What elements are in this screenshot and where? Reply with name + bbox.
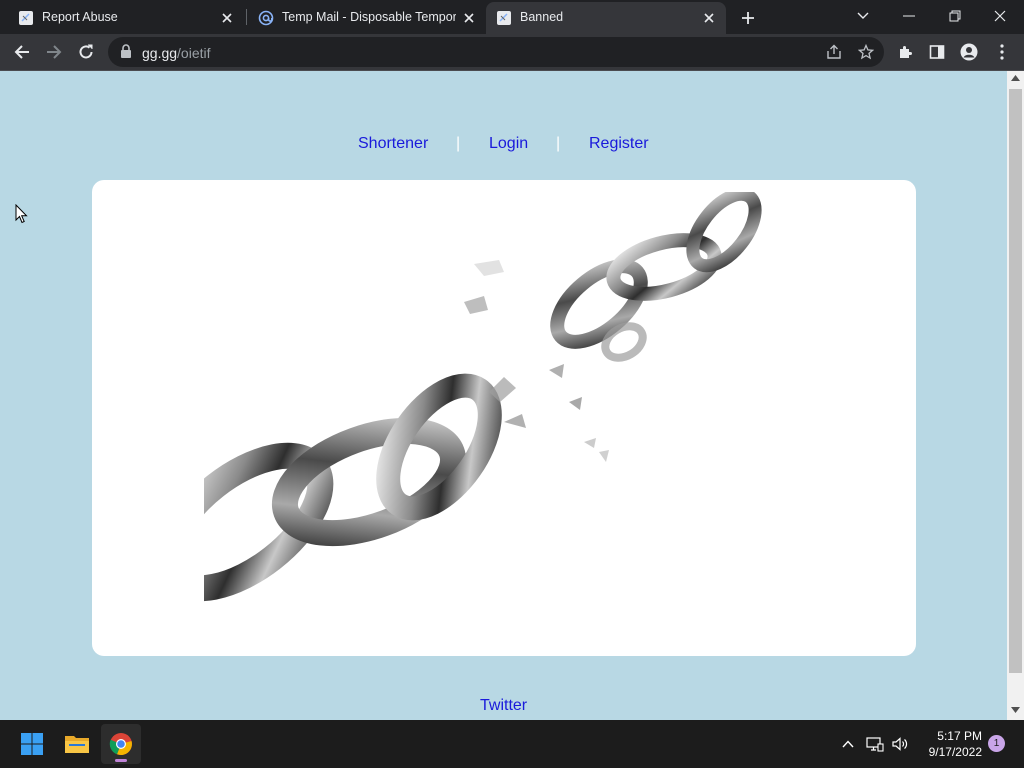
- file-explorer-icon: [65, 736, 89, 753]
- tab-title: Report Abuse: [42, 10, 118, 24]
- start-button[interactable]: [12, 724, 52, 764]
- tab-search-button[interactable]: [843, 2, 883, 30]
- minimize-icon: [903, 15, 915, 17]
- scroll-down-arrow-icon[interactable]: [1011, 707, 1020, 713]
- network-icon: [866, 737, 884, 752]
- tab-title: Banned: [520, 10, 564, 24]
- url-host: gg.gg: [142, 45, 178, 61]
- site-nav: Shortener | Login | Register: [0, 135, 1007, 157]
- chevron-down-icon: [857, 12, 869, 19]
- network-button[interactable]: [865, 734, 885, 754]
- scrollbar-thumb[interactable]: [1009, 89, 1022, 673]
- restore-icon: [949, 10, 961, 22]
- back-button[interactable]: [7, 37, 37, 67]
- nav-link-register[interactable]: Register: [589, 135, 649, 153]
- tab-strip: Report Abuse Temp Mail - Disposable Temp…: [0, 0, 1024, 34]
- tab-temp-mail[interactable]: Temp Mail - Disposable Tempora: [248, 2, 486, 34]
- nav-link-login[interactable]: Login: [489, 135, 528, 153]
- address-bar[interactable]: gg.gg/oietif: [108, 37, 884, 67]
- minimize-button[interactable]: [889, 2, 929, 30]
- close-tab-icon[interactable]: [460, 9, 478, 27]
- system-clock[interactable]: 5:17 PM 9/17/2022: [916, 728, 982, 760]
- close-tab-icon[interactable]: [218, 9, 236, 27]
- windows-start-icon: [21, 733, 43, 755]
- bookmark-star-icon[interactable]: [855, 41, 877, 63]
- tab-separator: [246, 9, 247, 25]
- url-path: /oietif: [177, 45, 211, 61]
- restore-button[interactable]: [935, 2, 975, 30]
- scroll-up-arrow-icon[interactable]: [1011, 75, 1020, 81]
- chrome-icon: [109, 733, 132, 756]
- tab-report-abuse[interactable]: Report Abuse: [8, 2, 244, 34]
- twitter-link[interactable]: Twitter: [480, 697, 527, 715]
- clock-time: 5:17 PM: [937, 729, 982, 743]
- page-icon: [18, 10, 34, 26]
- arrow-left-icon: [14, 45, 29, 59]
- nav-separator: |: [556, 135, 561, 152]
- plus-icon: [742, 12, 754, 24]
- puzzle-icon: [900, 46, 912, 58]
- reload-button[interactable]: [71, 37, 101, 67]
- nav-link-shortener[interactable]: Shortener: [358, 135, 428, 153]
- profile-avatar-icon: [960, 43, 978, 61]
- nav-separator: |: [456, 135, 461, 152]
- active-app-indicator: [115, 759, 127, 762]
- volume-button[interactable]: [890, 734, 910, 754]
- windows-taskbar: 5:17 PM 9/17/2022: [0, 720, 1024, 768]
- browser-toolbar: gg.gg/oietif: [0, 34, 1024, 71]
- tab-title: Temp Mail - Disposable Tempora: [282, 10, 456, 24]
- chevron-up-icon: [842, 740, 854, 748]
- close-icon: [994, 10, 1006, 22]
- menu-button[interactable]: [987, 37, 1017, 67]
- tab-banned[interactable]: Banned: [486, 2, 726, 34]
- vertical-scrollbar[interactable]: [1007, 71, 1024, 720]
- reload-icon: [79, 44, 93, 59]
- page-icon: [496, 10, 512, 26]
- page-viewport: Shortener | Login | Register Twitter: [0, 71, 1007, 720]
- clock-date: 9/17/2022: [928, 745, 982, 759]
- lock-icon[interactable]: [120, 44, 132, 63]
- chrome-taskbar-button[interactable]: [101, 724, 141, 764]
- notification-badge[interactable]: 1: [988, 735, 1005, 752]
- at-sign-icon: [258, 10, 274, 26]
- broken-chain-image: [204, 192, 762, 602]
- close-window-button[interactable]: [980, 2, 1020, 30]
- arrow-right-icon: [47, 45, 62, 59]
- speaker-icon: [892, 737, 908, 751]
- banned-card: [92, 180, 916, 656]
- forward-button[interactable]: [39, 37, 69, 67]
- file-explorer-button[interactable]: [57, 724, 97, 764]
- new-tab-button[interactable]: [736, 6, 760, 30]
- close-tab-icon[interactable]: [700, 9, 718, 27]
- side-panel-button[interactable]: [922, 37, 952, 67]
- side-panel-icon: [929, 45, 945, 59]
- share-icon[interactable]: [823, 41, 845, 63]
- mouse-cursor-icon: [15, 204, 28, 224]
- extensions-button[interactable]: [891, 37, 921, 67]
- url-text[interactable]: gg.gg/oietif: [142, 45, 211, 61]
- show-hidden-icons-button[interactable]: [838, 734, 858, 754]
- profile-button[interactable]: [954, 37, 984, 67]
- kebab-menu-icon: [1000, 44, 1004, 60]
